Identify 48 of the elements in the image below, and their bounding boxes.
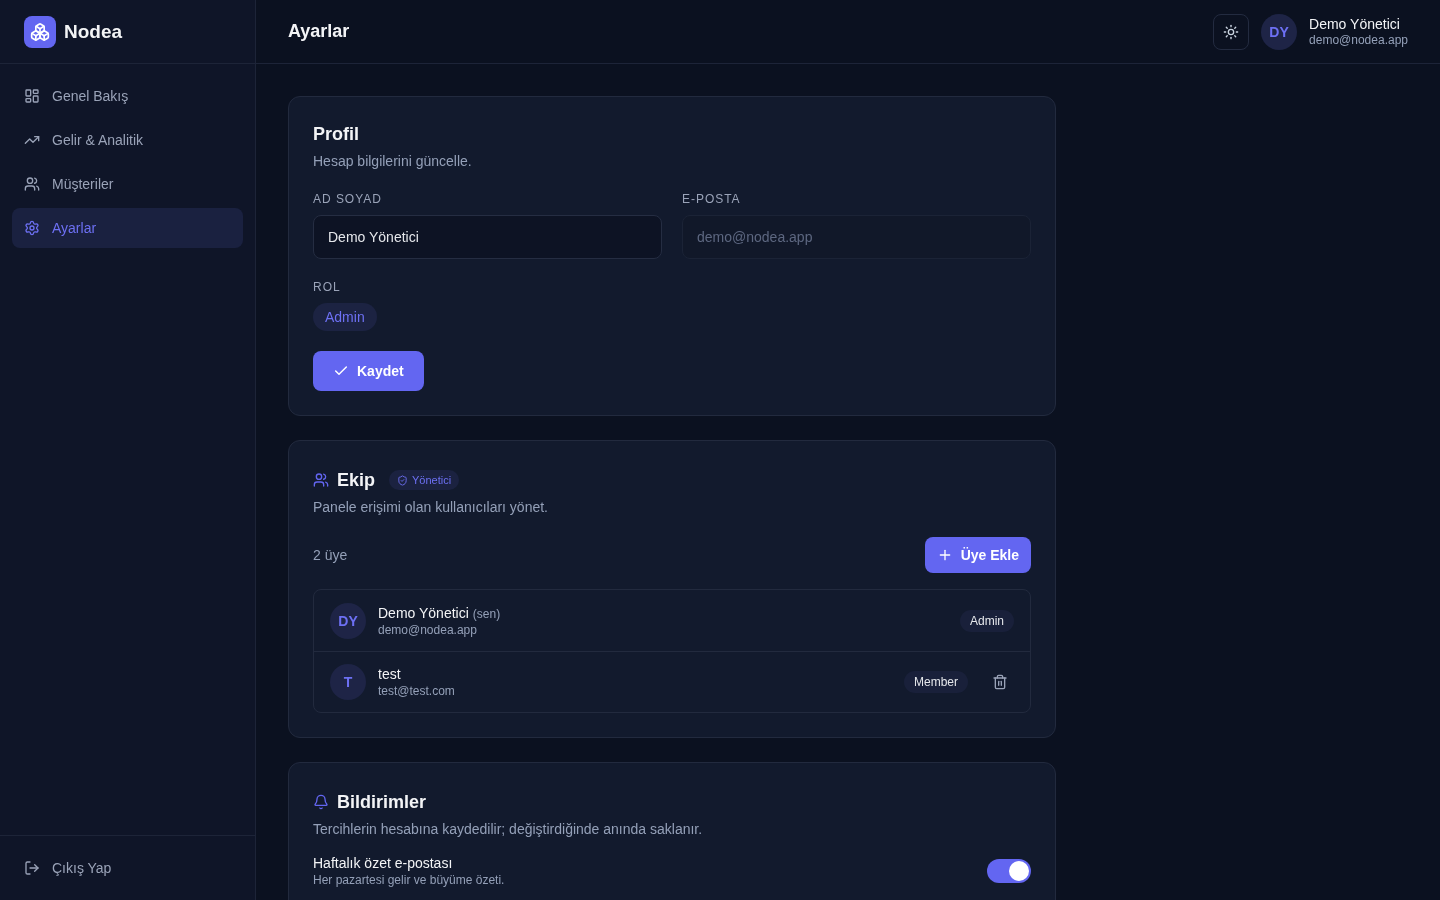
brand-name: Nodea: [64, 20, 123, 43]
field-label: E-POSTA: [682, 191, 742, 207]
logout-icon: [24, 860, 40, 876]
page-title: Ayarlar: [288, 21, 350, 42]
member-avatar: T: [330, 664, 366, 700]
text-field[interactable]: Demo Yönetici: [313, 215, 662, 259]
sidebar-item[interactable]: Müşteriler: [12, 164, 243, 204]
card-subtitle: Tercihlerin hesabına kaydedilir; değiştirdiğinde anında saklanır.: [313, 820, 704, 839]
bell-icon: [313, 794, 329, 810]
role-pill: Admin: [313, 303, 377, 331]
card-subtitle: Hesap bilgilerini güncelle.: [313, 152, 473, 171]
add-member-button[interactable]: Üye Ekle: [924, 537, 1031, 573]
users-icon: [24, 176, 40, 192]
member-name: test: [378, 666, 401, 682]
grid-icon: [24, 88, 40, 104]
card-title: Bildirimler: [337, 791, 427, 814]
field-label: AD SOYAD: [313, 191, 383, 207]
user-avatar: DY: [1261, 13, 1298, 50]
save-button[interactable]: Kaydet: [313, 351, 424, 391]
card-subtitle: Panele erişimi olan kullanıcıları yönet.: [313, 498, 549, 517]
settings-icon: [24, 220, 40, 236]
card-title: Ekip: [337, 469, 375, 492]
member-email: demo@nodea.app: [378, 622, 478, 637]
member-role: Admin: [960, 609, 1014, 632]
member-email: test@test.com: [378, 684, 456, 698]
preference-title: Haftalık özet e-postası: [313, 855, 454, 871]
member-count: 2 üye: [313, 547, 348, 563]
sidebar-item[interactable]: Gelir & Analitik: [12, 120, 243, 160]
trash-icon: [992, 674, 1008, 690]
member-name: Demo Yönetici: [378, 604, 469, 621]
user-name: Demo Yönetici: [1309, 16, 1401, 32]
sun-icon: [1223, 23, 1240, 40]
user-email: demo@nodea.app: [1309, 33, 1408, 47]
shield-icon: [397, 474, 408, 486]
member-avatar: DY: [330, 602, 366, 639]
logout-button[interactable]: Çıkış Yap: [12, 848, 243, 888]
field-label: ROL: [313, 279, 341, 295]
sidebar-item[interactable]: Ayarlar: [12, 208, 243, 248]
card-title: Profil: [313, 123, 360, 146]
member-role: Member: [904, 671, 968, 693]
sidebar-item[interactable]: Genel Bakış: [12, 76, 243, 116]
admin-badge: Yönetici: [389, 470, 460, 490]
theme-button[interactable]: [1213, 13, 1250, 50]
toggle-switch[interactable]: [987, 859, 1031, 883]
preference-description: Her pazartesi gelir ve büyüme özeti.: [313, 873, 505, 887]
users-icon: [313, 472, 329, 488]
self-tag: (sen): [472, 606, 501, 621]
logo-icon: [24, 15, 56, 48]
